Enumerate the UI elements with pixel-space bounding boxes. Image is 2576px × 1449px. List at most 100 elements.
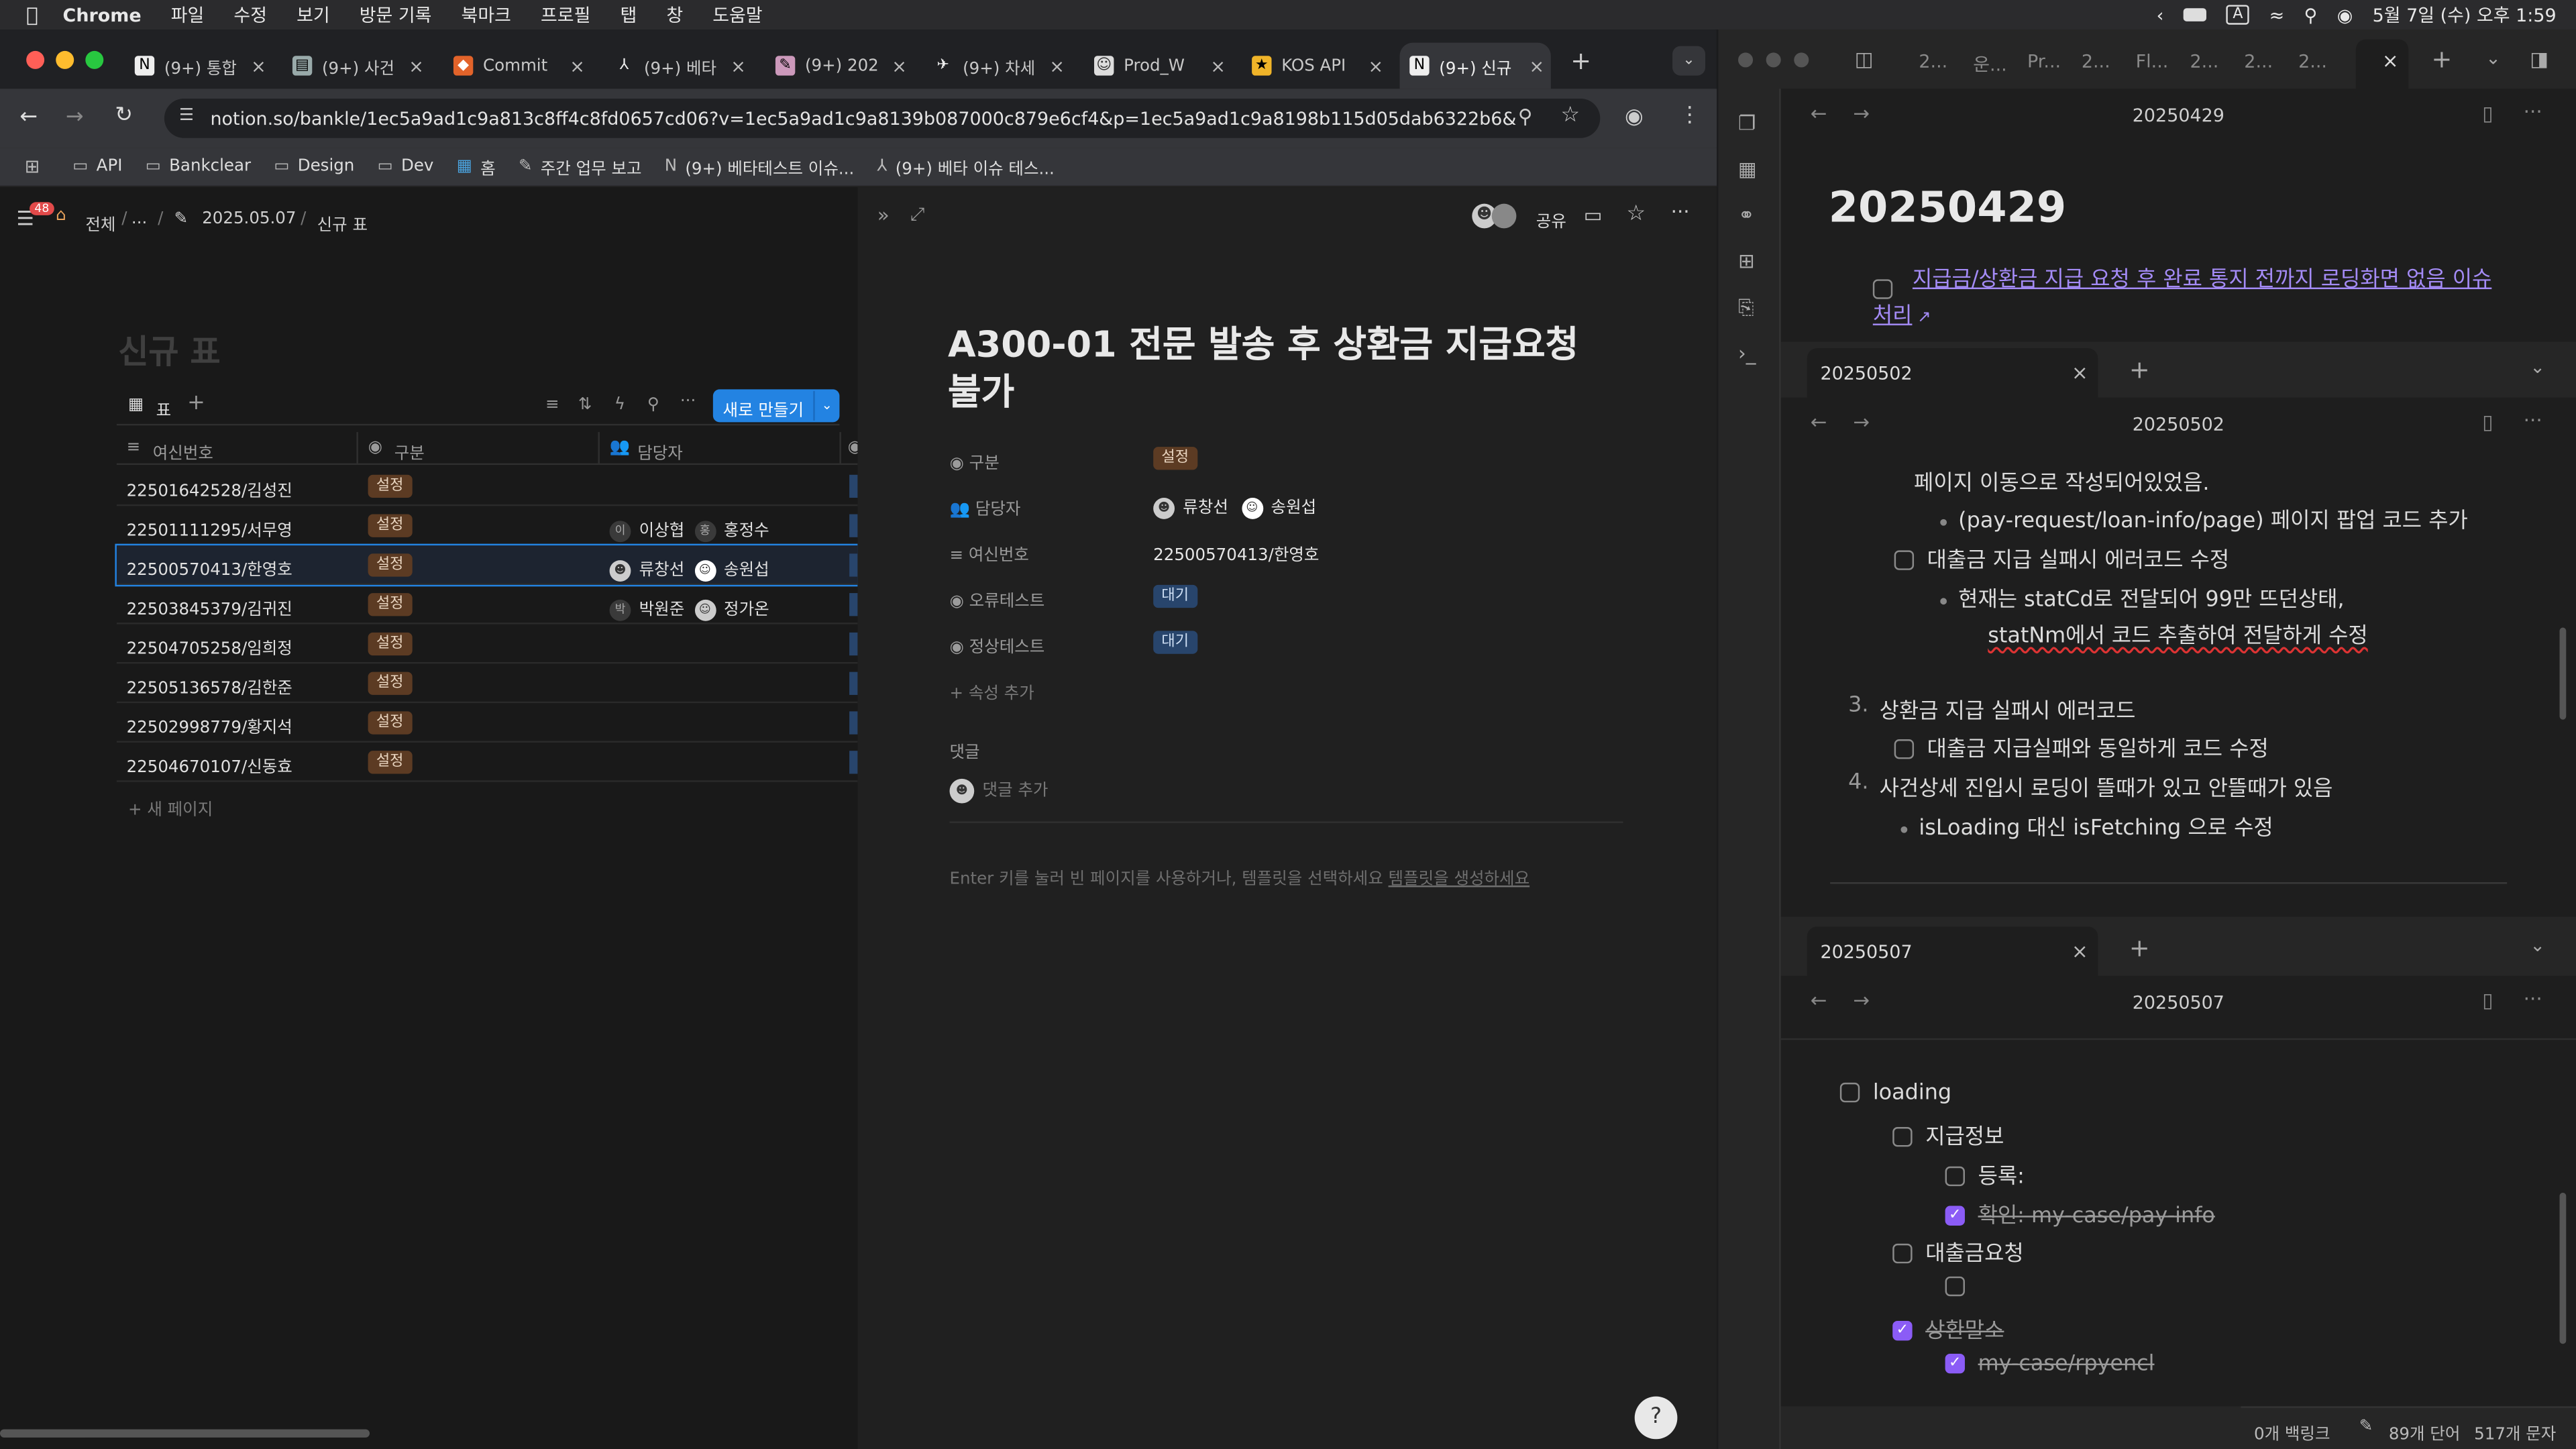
new-page-row[interactable]: + 새 페이지 <box>128 795 213 820</box>
filter-icon[interactable]: ≡ <box>545 396 559 414</box>
bookmark-beta-test-issues[interactable]: N (9+) 베타테스트 이슈... <box>665 154 854 179</box>
close-tab-icon[interactable]: × <box>409 56 424 77</box>
bookmark-star-icon[interactable]: ☆ <box>1561 103 1580 128</box>
note-tab[interactable]: 20250502 × <box>1807 348 2098 398</box>
menu-app-name[interactable]: Chrome <box>63 4 142 25</box>
breadcrumb-ellipsis[interactable]: ... <box>131 210 147 228</box>
task-checkbox[interactable] <box>1872 278 1893 299</box>
vertical-scrollbar[interactable] <box>2559 1192 2567 1344</box>
browser-tab[interactable]: ⅄ (9+) 베타 × <box>604 43 752 89</box>
site-settings-icon[interactable]: ☰ <box>179 107 194 125</box>
table-row[interactable]: 22503845379/김귀진 설정 박 박원준 ☺ 정가온 <box>116 585 859 625</box>
task-item-done[interactable]: ✓ my-case/rpyencl <box>1945 1352 2155 1377</box>
note-header-title[interactable]: 20250502 <box>1781 414 2576 435</box>
obsidian-tab[interactable]: 운... <box>1973 51 2007 77</box>
zoom-icon[interactable]: ⚲ <box>1518 105 1533 128</box>
obsidian-tab[interactable]: Pr... <box>2027 51 2061 72</box>
task-checkbox-checked[interactable]: ✓ <box>1945 1205 1965 1225</box>
obsidian-tab[interactable]: 2... <box>2190 51 2218 72</box>
property-label[interactable]: ◉ 오류테스트 <box>950 586 1045 611</box>
close-tab-icon[interactable]: × <box>1210 56 1226 77</box>
category-tag[interactable]: 설정 <box>368 711 412 735</box>
category-tag[interactable]: 설정 <box>368 672 412 695</box>
assignees-value[interactable]: ☻ 류창선 ☺ 송원섭 <box>1153 493 1316 519</box>
category-tag[interactable]: 설정 <box>368 553 412 577</box>
wifi-icon[interactable]: ≈ <box>2269 4 2285 25</box>
table-row[interactable]: 22502998779/황지석 설정 <box>116 703 859 743</box>
create-template-link[interactable]: 템플릿을 생성하세요 <box>1389 871 1530 889</box>
back-arrow-icon[interactable]: ← <box>19 105 38 130</box>
close-tab-icon[interactable]: × <box>1529 56 1544 77</box>
task-checkbox[interactable] <box>1945 1165 1965 1185</box>
menu-item-bookmarks[interactable]: 북마크 <box>462 1 511 28</box>
sidebar-toggle-icon[interactable]: ◫ <box>1855 48 1874 70</box>
breadcrumb-all[interactable]: 전체 <box>85 210 115 235</box>
forward-arrow-icon[interactable]: → <box>66 105 84 130</box>
category-tag[interactable]: 설정 <box>368 593 412 616</box>
database-title[interactable]: 신규 표 <box>118 325 220 373</box>
close-tab-icon[interactable]: × <box>892 56 907 77</box>
help-icon[interactable]: ? <box>1634 1396 1678 1440</box>
close-window-icon[interactable] <box>26 50 45 69</box>
loan-number-cell[interactable]: 22504705258/임희정 <box>127 634 292 659</box>
browser-tab[interactable]: ◆ Commit × <box>443 43 591 89</box>
task-item[interactable]: 지급금/상환금 지급 요청 후 완료 통지 전까지 로딩화면 없음 이슈 처리 … <box>1843 263 2517 337</box>
reload-icon[interactable]: ↻ <box>115 103 133 128</box>
zoom-window-icon[interactable] <box>85 50 104 69</box>
loan-number-cell[interactable]: 22501111295/서무영 <box>127 516 292 541</box>
close-tab-icon[interactable]: × <box>1368 56 1383 77</box>
automation-icon[interactable]: ϟ <box>614 396 625 414</box>
close-tab-icon[interactable]: × <box>251 56 266 77</box>
note-header-title[interactable]: 20250429 <box>1781 105 2576 127</box>
note-header-title[interactable]: 20250507 <box>1781 992 2576 1014</box>
breadcrumb-current[interactable]: 신규 표 <box>317 210 368 235</box>
browser-tab[interactable]: ★ KOS API × <box>1242 43 1389 89</box>
category-tag[interactable]: 설정 <box>1153 447 1197 470</box>
input-source-indicator[interactable]: A <box>2226 5 2250 25</box>
close-tab-icon[interactable]: × <box>2072 362 2088 384</box>
loan-number-value[interactable]: 22500570413/한영호 <box>1153 541 1319 566</box>
zoom-window-icon[interactable] <box>1794 52 1809 68</box>
templates-icon[interactable]: ⎘ <box>1738 296 1754 321</box>
category-tag[interactable]: 설정 <box>368 751 412 774</box>
category-tag[interactable]: 설정 <box>368 474 412 498</box>
bookmark-folder-api[interactable]: ▭ API <box>72 158 122 176</box>
menu-item-edit[interactable]: 수정 <box>233 1 267 28</box>
minimize-window-icon[interactable] <box>1766 52 1781 68</box>
loan-number-cell[interactable]: 22501642528/김성진 <box>127 476 292 501</box>
expand-icon[interactable]: ⤢ <box>910 204 925 227</box>
task-item[interactable]: 대출금 지급 실패시 에러코드 수정 <box>1894 542 2229 574</box>
menu-item-profile[interactable]: 프로필 <box>541 1 590 28</box>
table-row[interactable]: 22504670107/신동효 설정 <box>116 743 859 782</box>
task-checkbox[interactable] <box>1945 1275 1965 1296</box>
loan-number-cell[interactable]: 22505136578/김한준 <box>127 674 292 698</box>
obsidian-tab[interactable]: 2... <box>1919 51 1947 72</box>
close-peek-icon[interactable]: » <box>877 204 890 227</box>
empty-page-hint[interactable]: Enter 키를 눌러 빈 페이지를 사용하거나, 템플릿을 선택하세요 템플릿… <box>950 864 1530 889</box>
chevron-down-icon[interactable]: ⌄ <box>813 390 833 421</box>
address-bar[interactable]: ☰ notion.so/bankle/1ec5a9ad1c9a813c8ff4c… <box>164 98 1601 138</box>
menu-item-window[interactable]: 창 <box>666 1 683 28</box>
assignees-cell[interactable]: 이 이상협 홍 홍정수 <box>609 516 769 541</box>
status-tag[interactable]: 대기 <box>1153 631 1197 654</box>
sort-icon[interactable]: ⇅ <box>578 396 592 414</box>
view-tab-table[interactable]: 표 <box>156 396 172 421</box>
breadcrumb-date-page[interactable]: 2025.05.07 <box>202 210 296 228</box>
task-item-done[interactable]: ✓ 상환말소 <box>1892 1313 2004 1344</box>
close-tab-icon[interactable]: × <box>731 56 746 77</box>
bookmark-folder-dev[interactable]: ▭ Dev <box>378 158 434 176</box>
more-options-icon[interactable]: ··· <box>2524 409 2542 432</box>
new-button[interactable]: 새로 만들기 ⌄ <box>712 389 840 423</box>
vertical-scrollbar[interactable] <box>2559 627 2567 720</box>
share-button[interactable]: 공유 <box>1536 207 1566 231</box>
task-checkbox[interactable] <box>1839 1081 1860 1102</box>
task-checkbox[interactable] <box>1892 1126 1913 1146</box>
task-checkbox-checked[interactable]: ✓ <box>1945 1352 1965 1373</box>
task-link[interactable]: 지급금/상환금 지급 요청 후 완료 통지 전까지 로딩화면 없음 이슈 처리 <box>1873 268 2491 329</box>
property-label[interactable]: ◉ 정상테스트 <box>950 633 1045 657</box>
new-tab-icon[interactable]: + <box>1570 46 1591 76</box>
more-options-icon[interactable]: ··· <box>2524 100 2542 123</box>
column-header[interactable]: 담당자 <box>637 439 683 464</box>
close-tab-icon[interactable]: × <box>2072 940 2088 963</box>
task-checkbox[interactable] <box>1892 1242 1913 1263</box>
